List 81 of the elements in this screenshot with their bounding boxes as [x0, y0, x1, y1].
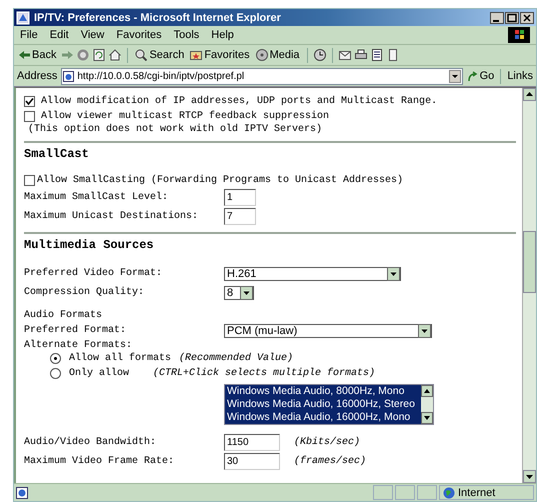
- hint-text: (Recommended Value): [179, 353, 294, 364]
- envelope-icon[interactable]: [338, 49, 351, 61]
- field-label: Preferred Format:: [24, 325, 128, 336]
- favorites-button[interactable]: Favorites: [189, 48, 251, 62]
- input-field[interactable]: 1150: [224, 434, 280, 451]
- address-input[interactable]: http://10.0.0.58/cgi-bin/iptv/postpref.pl: [77, 70, 446, 82]
- page-icon: [63, 70, 74, 82]
- input-field[interactable]: 30: [224, 453, 280, 470]
- go-button[interactable]: Go: [466, 70, 494, 82]
- field-label: Audio/Video Bandwidth:: [24, 437, 158, 448]
- caret-icon: [418, 324, 431, 338]
- caret-icon: [240, 286, 253, 300]
- status-pane: [395, 485, 415, 500]
- field-label: Maximum Video Frame Rate:: [24, 456, 176, 467]
- document-icon[interactable]: [370, 49, 383, 61]
- unit-label: (frames/sec): [294, 456, 366, 467]
- close-icon[interactable]: [520, 12, 534, 24]
- film-reel-icon: [256, 49, 268, 61]
- dropdown[interactable]: 8: [224, 286, 254, 300]
- search-button[interactable]: Search: [134, 48, 186, 62]
- globe-icon: [443, 486, 455, 498]
- checkbox-label: Allow SmallCasting (Forwarding Programs to Unicast Addresses): [37, 175, 404, 186]
- menu-item[interactable]: View: [80, 29, 104, 41]
- checkbox-label: Allow viewer multicast RTCP feedback suppression: [41, 111, 330, 122]
- dropdown[interactable]: H.261: [224, 266, 401, 280]
- scrollbar-thumb[interactable]: [523, 231, 536, 293]
- field-label: Maximum SmallCast Level:: [24, 192, 170, 203]
- back-button[interactable]: Back: [17, 48, 58, 62]
- section-heading: SmallCast: [24, 147, 90, 161]
- field-label: Compression Quality:: [24, 287, 146, 298]
- notepad-icon[interactable]: [386, 49, 399, 61]
- back-arrow-icon: [18, 49, 30, 61]
- refresh-icon[interactable]: [93, 49, 106, 61]
- checkbox-label: Allow modification of IP addresses, UDP ports and Multicast Range.: [41, 96, 438, 107]
- radio-button[interactable]: [50, 353, 61, 364]
- format-list[interactable]: Windows Media Audio, 8000Hz, Mono Windows Media Audio, 16000Hz, Stereo Windows Media Audio, 16000Hz, Mono: [224, 384, 434, 425]
- checkbox[interactable]: [24, 96, 35, 107]
- links-label[interactable]: Links: [507, 70, 533, 82]
- scroll-up-icon[interactable]: [421, 385, 433, 397]
- maximize-icon[interactable]: [505, 12, 519, 24]
- address-field[interactable]: http://10.0.0.58/cgi-bin/iptv/postpref.pl: [61, 68, 463, 84]
- field-label: Maximum Unicast Destinations:: [24, 211, 200, 222]
- home-icon[interactable]: [109, 49, 122, 61]
- status-pane: [373, 485, 393, 500]
- subheading: Audio Formats: [24, 310, 104, 321]
- scroll-down-icon[interactable]: [421, 412, 433, 424]
- page-icon: [16, 486, 28, 498]
- menu-item[interactable]: Help: [211, 29, 234, 41]
- field-label: Alternate Formats:: [24, 340, 134, 351]
- zone-label: Internet: [458, 486, 496, 498]
- section-heading: Multimedia Sources: [24, 238, 155, 252]
- scroll-down-icon[interactable]: [523, 470, 536, 483]
- input-field[interactable]: 1: [224, 189, 256, 206]
- window-title: IP/TV: Preferences - Microsoft Internet Explorer: [34, 12, 281, 24]
- radio-button[interactable]: [50, 368, 61, 379]
- option-note: (This option does not work with old IPTV Servers): [27, 124, 324, 135]
- radio-label: Allow all formats: [69, 353, 172, 364]
- arrow-icon: [466, 70, 478, 82]
- scroll-up-icon[interactable]: [523, 88, 536, 101]
- minimize-icon[interactable]: [490, 12, 504, 24]
- unit-label: (Kbits/sec): [294, 437, 360, 448]
- printer-icon[interactable]: [354, 49, 367, 61]
- radio-label: Only allow: [69, 368, 130, 379]
- dropdown[interactable]: PCM (mu-law): [224, 324, 432, 338]
- media-button[interactable]: Media: [254, 48, 301, 62]
- menu-item[interactable]: Edit: [50, 29, 69, 41]
- address-label: Address: [17, 70, 58, 82]
- magnifier-icon: [135, 49, 148, 61]
- menu-item[interactable]: File: [20, 29, 38, 41]
- clock-icon[interactable]: [314, 49, 326, 61]
- menu-item[interactable]: Tools: [174, 29, 200, 41]
- input-field[interactable]: 7: [224, 208, 256, 225]
- caret-icon: [387, 266, 400, 280]
- field-label: Preferred Video Format:: [24, 268, 164, 279]
- status-pane: [417, 485, 437, 500]
- flag-logo-icon: [508, 27, 530, 43]
- checkbox[interactable]: [24, 175, 35, 186]
- hint-text: (CTRL+Click selects multiple formats): [153, 368, 376, 379]
- checkbox[interactable]: [24, 111, 35, 122]
- browser-icon: [16, 10, 30, 24]
- menu-item[interactable]: Favorites: [116, 29, 162, 41]
